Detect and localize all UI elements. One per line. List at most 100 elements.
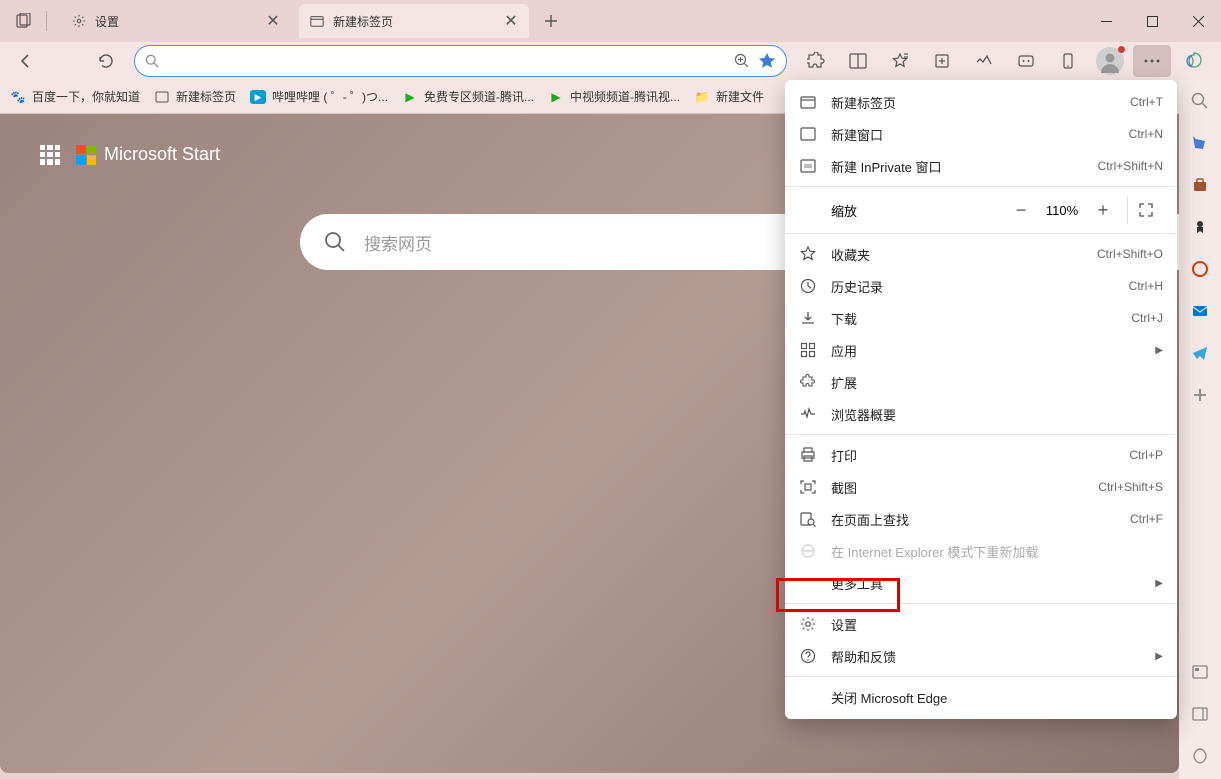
avatar-icon xyxy=(1096,47,1124,75)
apps-icon xyxy=(799,341,817,359)
bookmark-item[interactable]: ▶免费专区频道-腾讯... xyxy=(402,88,534,105)
panel-sidebar-icon[interactable] xyxy=(1189,703,1211,725)
history-icon xyxy=(799,277,817,295)
address-input[interactable] xyxy=(167,54,734,69)
phone-icon[interactable] xyxy=(1049,45,1087,77)
ms-logo[interactable]: Microsoft Start xyxy=(76,144,220,165)
refresh-button[interactable] xyxy=(88,45,124,77)
menu-downloads[interactable]: 下载 Ctrl+J xyxy=(785,302,1177,334)
favorite-star-icon[interactable] xyxy=(758,52,776,70)
copilot-icon[interactable] xyxy=(1007,45,1045,77)
page-icon xyxy=(154,89,170,105)
ie-icon xyxy=(799,542,817,560)
bookmark-item[interactable]: 🐾百度一下，你就知道 xyxy=(10,88,140,105)
tab-newtab[interactable]: 新建标签页 ✕ xyxy=(299,4,529,38)
menu-close-edge[interactable]: 关闭 Microsoft Edge xyxy=(785,681,1177,713)
telegram-sidebar-icon[interactable] xyxy=(1189,342,1211,364)
menu-new-tab[interactable]: 新建标签页 Ctrl+T xyxy=(785,86,1177,118)
outlook-sidebar-icon[interactable] xyxy=(1189,300,1211,322)
tab-title: 设置 xyxy=(95,13,265,30)
search-placeholder: 搜索网页 xyxy=(364,230,432,255)
heartbeat-icon xyxy=(799,405,817,423)
find-icon xyxy=(799,510,817,528)
settings-sidebar-icon[interactable] xyxy=(1189,661,1211,683)
chevron-right-icon: ▶ xyxy=(1155,651,1163,662)
close-window-button[interactable] xyxy=(1175,5,1221,37)
help-icon xyxy=(799,647,817,665)
fullscreen-button[interactable] xyxy=(1127,196,1163,224)
more-menu-button[interactable] xyxy=(1133,45,1171,77)
new-tab-button[interactable] xyxy=(537,7,565,35)
profile-avatar[interactable] xyxy=(1091,45,1129,77)
menu-favorites[interactable]: 收藏夹 Ctrl+Shift+O xyxy=(785,238,1177,270)
copilot-sidebar-icon[interactable] xyxy=(1175,45,1213,77)
office-sidebar-icon[interactable] xyxy=(1189,258,1211,280)
titlebar: 设置 ✕ 新建标签页 ✕ xyxy=(0,0,1221,42)
maximize-button[interactable] xyxy=(1129,5,1175,37)
zoom-indicator-icon[interactable] xyxy=(734,53,750,69)
toolbar xyxy=(0,42,1221,80)
tab-actions-icon[interactable] xyxy=(8,5,40,37)
shopping-sidebar-icon[interactable] xyxy=(1189,132,1211,154)
search-sidebar-icon[interactable] xyxy=(1189,90,1211,112)
zoom-value: 110% xyxy=(1037,203,1087,218)
window-controls xyxy=(1083,5,1221,37)
gear-icon xyxy=(71,13,87,29)
star-icon xyxy=(799,245,817,263)
menu-apps[interactable]: 应用 ▶ xyxy=(785,334,1177,366)
window-icon xyxy=(799,125,817,143)
games-sidebar-icon[interactable] xyxy=(1189,216,1211,238)
bookmark-item[interactable]: ▶中视频频道-腾讯视... xyxy=(548,88,680,105)
split-screen-icon[interactable] xyxy=(839,45,877,77)
menu-extensions[interactable]: 扩展 xyxy=(785,366,1177,398)
hide-sidebar-icon[interactable] xyxy=(1189,745,1211,767)
tab-settings[interactable]: 设置 ✕ xyxy=(61,4,291,38)
favorites-icon[interactable] xyxy=(881,45,919,77)
menu-help[interactable]: 帮助和反馈 ▶ xyxy=(785,640,1177,672)
gear-icon xyxy=(799,615,817,633)
close-icon[interactable]: ✕ xyxy=(265,13,281,29)
right-sidebar xyxy=(1179,80,1221,779)
zoom-in-button[interactable]: + xyxy=(1087,196,1119,224)
menu-performance[interactable]: 浏览器概要 xyxy=(785,398,1177,430)
performance-icon[interactable] xyxy=(965,45,1003,77)
bilibili-icon: ▶ xyxy=(250,90,266,104)
tencent-icon: ▶ xyxy=(402,89,418,105)
menu-history[interactable]: 历史记录 Ctrl+H xyxy=(785,270,1177,302)
add-sidebar-icon[interactable] xyxy=(1189,384,1211,406)
extensions-icon[interactable] xyxy=(797,45,835,77)
newtab-icon xyxy=(309,13,325,29)
bookmark-item[interactable]: 📁新建文件 xyxy=(694,88,764,105)
chevron-right-icon: ▶ xyxy=(1155,345,1163,356)
extension-icon xyxy=(799,373,817,391)
download-icon xyxy=(799,309,817,327)
menu-screenshot[interactable]: 截图 Ctrl+Shift+S xyxy=(785,471,1177,503)
print-icon xyxy=(799,446,817,464)
menu-new-window[interactable]: 新建窗口 Ctrl+N xyxy=(785,118,1177,150)
chevron-right-icon: ▶ xyxy=(1155,578,1163,589)
menu-ie-reload: 在 Internet Explorer 模式下重新加载 xyxy=(785,535,1177,567)
baidu-icon: 🐾 xyxy=(10,89,26,105)
menu-print[interactable]: 打印 Ctrl+P xyxy=(785,439,1177,471)
collections-icon[interactable] xyxy=(923,45,961,77)
menu-settings[interactable]: 设置 xyxy=(785,608,1177,640)
bookmark-item[interactable]: ▶哔哩哔哩 ( ゜- ゜)つ... xyxy=(250,88,388,105)
apps-grid-icon[interactable] xyxy=(40,145,60,165)
forward-button xyxy=(48,45,84,77)
back-button[interactable] xyxy=(8,45,44,77)
zoom-out-button[interactable]: − xyxy=(1005,196,1037,224)
bookmark-item[interactable]: 新建标签页 xyxy=(154,88,236,105)
menu-more-tools[interactable]: 更多工具 ▶ xyxy=(785,567,1177,599)
minimize-button[interactable] xyxy=(1083,5,1129,37)
menu-new-inprivate[interactable]: 新建 InPrivate 窗口 Ctrl+Shift+N xyxy=(785,150,1177,182)
menu-find[interactable]: 在页面上查找 Ctrl+F xyxy=(785,503,1177,535)
search-icon xyxy=(145,54,159,68)
menu-zoom-row: 缩放 − 110% + xyxy=(785,191,1177,229)
search-icon xyxy=(324,231,346,253)
inprivate-icon xyxy=(799,157,817,175)
tools-sidebar-icon[interactable] xyxy=(1189,174,1211,196)
microsoft-logo-icon xyxy=(76,145,96,165)
close-icon[interactable]: ✕ xyxy=(503,13,519,29)
new-tab-icon xyxy=(799,93,817,111)
address-bar[interactable] xyxy=(134,45,787,77)
